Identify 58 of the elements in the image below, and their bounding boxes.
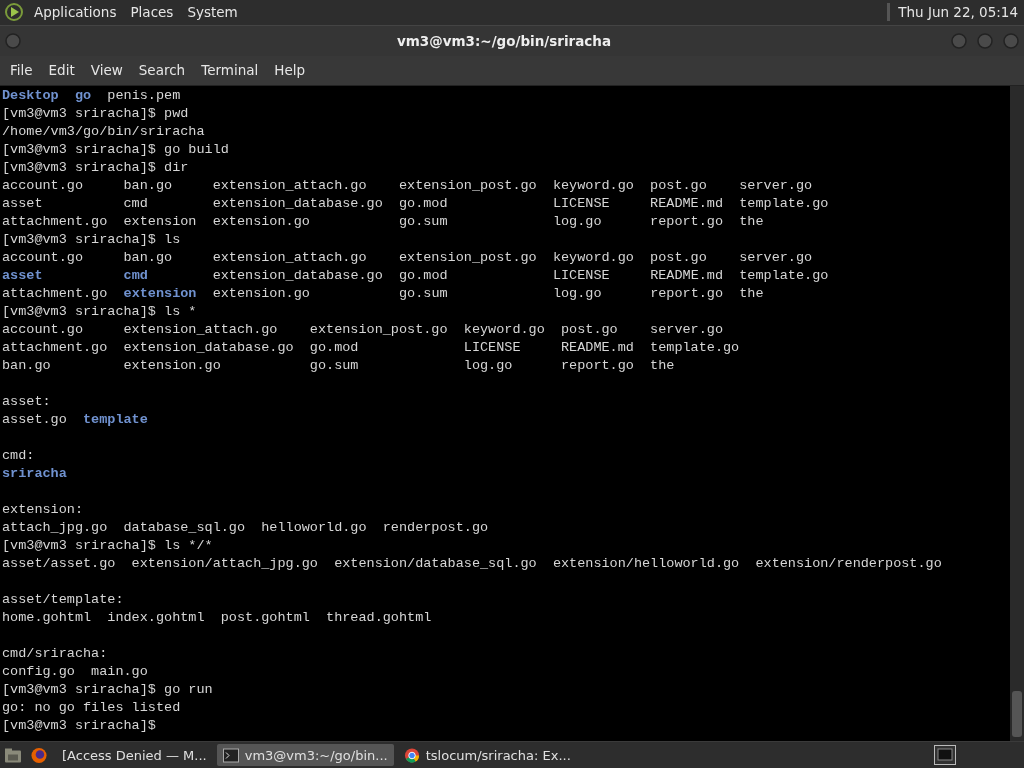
terminal-icon[interactable] [934,745,956,766]
menu-item[interactable]: File [2,62,41,79]
terminal-line: [vm3@vm3 sriracha]$ ls */* [1,536,214,555]
play-logo-icon[interactable] [4,2,24,23]
menu-item[interactable]: Search [130,62,194,79]
terminal-line: [vm3@vm3 sriracha]$ ls * [1,302,198,321]
close-icon[interactable] [1002,31,1020,50]
panel-menu[interactable]: Places [130,4,174,21]
taskbar-button[interactable]: [Access Denied — M... [56,744,213,767]
terminal-line: extension: [1,500,84,519]
taskbar-button[interactable]: vm3@vm3:~/go/bin... [216,744,394,767]
terminal-line: [vm3@vm3 sriracha]$ [1,716,157,735]
terminal-line: sriracha [1,464,68,483]
terminal-line: [vm3@vm3 sriracha]$ pwd [1,104,190,123]
terminal-line: go: no go files listed [1,698,182,717]
terminal-line: ban.go extension.go go.sum log.go report.go the [1,356,676,375]
panel-grip-icon [887,3,891,22]
terminal-line: cmd/sriracha: [1,644,109,663]
terminal-line: asset/template: [1,590,125,609]
terminal-line: [vm3@vm3 sriracha]$ dir [1,158,190,177]
menu-item[interactable]: Help [266,62,314,79]
scrollbar-thumb[interactable] [1012,691,1022,738]
terminal-line: attach_jpg.go database_sql.go helloworld.go renderpost.go [1,518,490,537]
terminal-line: account.go ban.go extension_attach.go extension_post.go keyword.go post.go server.go [1,248,814,267]
terminal-line: cmd: [1,446,36,465]
terminal-line: account.go extension_attach.go extension_post.go keyword.go post.go server.go [1,320,725,339]
circle-logo-icon [403,747,420,763]
menu-item[interactable]: Terminal [193,62,267,79]
terminal-line: attachment.go extension extension.go go.sum log.go report.go the [1,212,765,231]
terminal-line: config.go main.go [1,662,149,681]
terminal-icon [222,747,239,763]
terminal-line: home.gohtml index.gohtml post.gohtml thread.gohtml [1,608,433,627]
window-title: vm3@vm3:~/go/bin/sriracha [395,32,613,49]
terminal-line: asset cmd extension_database.go go.mod LICENSE README.md template.go [1,194,830,213]
terminal-line: Desktop go penis.pem [1,86,182,105]
taskbar-button[interactable]: tslocum/sriracha: Ex... [397,744,577,767]
panel-menu[interactable]: Applications [34,4,117,21]
terminal-line: asset/asset.go extension/attach_jpg.go extension/database_sql.go extension/helloworld.go extension/renderpost.go [1,554,943,573]
menu-item[interactable]: Edit [40,62,83,79]
terminal-line: asset: [1,392,52,411]
terminal-line: asset cmd extension_database.go go.mod LICENSE README.md template.go [1,266,830,285]
show-desktop-icon[interactable] [4,746,22,764]
scrollbar[interactable] [1010,85,1024,742]
terminal-line: [vm3@vm3 sriracha]$ go build [1,140,230,159]
menu-item[interactable]: View [82,62,131,79]
globe-icon[interactable] [30,746,48,764]
terminal-line: account.go ban.go extension_attach.go extension_post.go keyword.go post.go server.go [1,176,814,195]
panel-menu[interactable]: System [187,4,238,21]
terminal-line: /home/vm3/go/bin/sriracha [1,122,206,141]
window-menu-icon[interactable] [4,31,22,50]
terminal-line: attachment.go extension_database.go go.mod LICENSE README.md template.go [1,338,741,357]
terminal-line: [vm3@vm3 sriracha]$ ls [1,230,182,249]
maximize-icon[interactable] [976,31,994,50]
minimize-icon[interactable] [950,31,968,50]
clock[interactable]: Thu Jun 22, 05:14 [898,4,1018,21]
terminal-line: [vm3@vm3 sriracha]$ go run [1,680,214,699]
terminal-line: asset.go template [1,410,149,429]
terminal-line: attachment.go extension extension.go go.sum log.go report.go the [1,284,765,303]
